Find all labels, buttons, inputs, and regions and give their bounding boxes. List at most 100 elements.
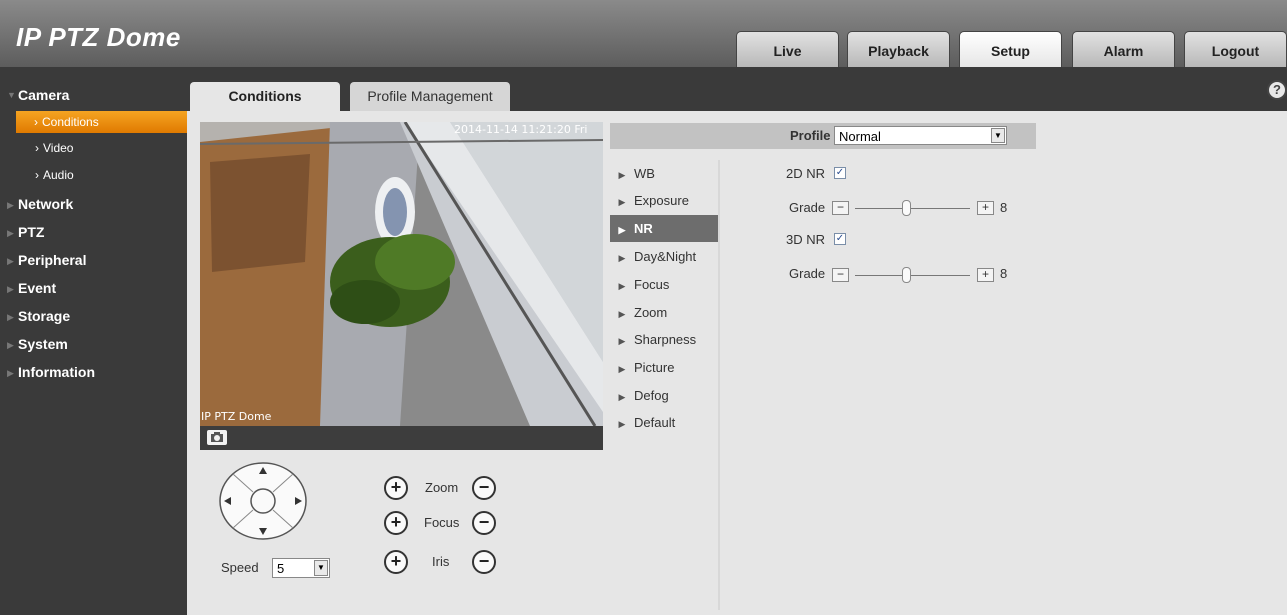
video-scene [200, 122, 603, 426]
menu-item-picture[interactable]: ▶ Picture [610, 354, 718, 381]
nr2d-label: 2D NR [786, 166, 826, 181]
video-preview: 2014-11-14 11:21:20 Fri IP PTZ Dome [200, 122, 603, 426]
grade3d-increase-button[interactable]: + [977, 268, 994, 282]
grade2d-label: Grade [789, 200, 826, 215]
menu-item-day-night[interactable]: ▶ Day&Night [610, 243, 718, 270]
menu-item-label: NR [634, 221, 653, 236]
caret-right-icon: ▶ [618, 419, 626, 429]
video-toolbar [200, 426, 603, 450]
menu-item-default[interactable]: ▶ Default [610, 409, 718, 436]
menu-item-label: Exposure [634, 193, 689, 208]
chevron-right-icon: › [35, 141, 39, 155]
menu-item-label: Zoom [634, 305, 668, 320]
menu-item-label: Default [634, 415, 676, 430]
grade2d-value: 8 [1000, 200, 1008, 215]
caret-right-icon: ▶ [618, 170, 626, 180]
sidebar-item-ptz[interactable]: PTZ [18, 224, 44, 240]
ptz-direction-pad[interactable] [218, 461, 308, 541]
nr2d-checkbox[interactable]: ✓ [834, 167, 846, 179]
grade2d-decrease-button[interactable]: − [832, 201, 849, 215]
tab-profile-management[interactable]: Profile Management [350, 82, 510, 111]
grade2d-increase-button[interactable]: + [977, 201, 994, 215]
nav-tab-live[interactable]: Live [736, 31, 839, 67]
chevron-down-icon: ▼ [314, 560, 328, 576]
sidebar-item-storage[interactable]: Storage [18, 308, 70, 324]
zoom-in-button[interactable]: + [384, 476, 408, 500]
chevron-right-icon: › [35, 168, 39, 182]
caret-right-icon: ▶ [618, 364, 626, 374]
menu-item-label: WB [634, 166, 655, 181]
chevron-down-icon: ▼ [991, 128, 1005, 143]
nav-tab-alarm[interactable]: Alarm [1072, 31, 1175, 67]
video-timestamp: 2014-11-14 11:21:20 Fri [454, 123, 588, 136]
expanded-triangle-icon: ▼ [7, 90, 16, 100]
top-bar: IP PTZ Dome Live Playback Setup Alarm Lo… [0, 0, 1287, 67]
grade3d-value: 8 [1000, 266, 1008, 281]
menu-divider [718, 160, 720, 610]
nav-tab-playback[interactable]: Playback [847, 31, 950, 67]
nr3d-checkbox[interactable]: ✓ [834, 233, 846, 245]
caret-right-icon: ▶ [618, 281, 626, 291]
menu-item-label: Focus [634, 277, 670, 292]
menu-item-focus[interactable]: ▶ Focus [610, 271, 718, 298]
collapsed-triangle-icon: ▶ [7, 312, 14, 322]
sidebar-item-conditions[interactable]: › Conditions [34, 115, 99, 129]
collapsed-triangle-icon: ▶ [7, 340, 14, 350]
caret-right-icon: ▶ [618, 253, 626, 263]
iris-label: Iris [432, 554, 450, 569]
menu-item-label: Defog [634, 388, 669, 403]
app-title: IP PTZ Dome [16, 22, 181, 52]
camera-icon[interactable] [207, 430, 227, 445]
zoom-out-button[interactable]: − [472, 476, 496, 500]
sidebar-item-label: Video [43, 141, 74, 155]
sidebar-item-video[interactable]: › Video [35, 141, 73, 155]
sidebar-item-peripheral[interactable]: Peripheral [18, 252, 86, 268]
help-icon[interactable]: ? [1267, 80, 1287, 100]
tab-conditions[interactable]: Conditions [190, 82, 340, 111]
collapsed-triangle-icon: ▶ [7, 228, 14, 238]
caret-right-icon: ▶ [618, 392, 626, 402]
caret-right-icon: ▶ [618, 336, 626, 346]
caret-right-icon: ▶ [618, 225, 626, 235]
nav-tab-setup[interactable]: Setup [959, 31, 1062, 67]
grade3d-slider-track[interactable] [855, 275, 970, 276]
speed-value: 5 [277, 561, 285, 576]
profile-value: Normal [839, 129, 881, 144]
menu-item-label: Picture [634, 360, 675, 375]
collapsed-triangle-icon: ▶ [7, 284, 14, 294]
sidebar-item-information[interactable]: Information [18, 364, 95, 380]
menu-item-label: Day&Night [634, 249, 697, 264]
menu-item-zoom[interactable]: ▶ Zoom [610, 299, 718, 326]
sidebar-item-camera[interactable]: Camera [18, 87, 69, 103]
focus-near-button[interactable]: + [384, 511, 408, 535]
grade2d-slider-track[interactable] [855, 208, 970, 209]
caret-right-icon: ▶ [618, 309, 626, 319]
menu-item-sharpness[interactable]: ▶ Sharpness [610, 326, 718, 353]
sidebar-item-label: Audio [43, 168, 74, 182]
caret-right-icon: ▶ [618, 197, 626, 207]
sidebar-item-event[interactable]: Event [18, 280, 56, 296]
collapsed-triangle-icon: ▶ [7, 368, 14, 378]
menu-item-defog[interactable]: ▶ Defog [610, 382, 718, 409]
sidebar-item-label: Conditions [42, 115, 99, 129]
focus-label: Focus [424, 515, 460, 530]
grade3d-decrease-button[interactable]: − [832, 268, 849, 282]
iris-open-button[interactable]: + [384, 550, 408, 574]
collapsed-triangle-icon: ▶ [7, 256, 14, 266]
menu-item-label: Sharpness [634, 332, 697, 347]
menu-item-nr[interactable]: ▶ NR [610, 215, 718, 242]
grade3d-slider-thumb[interactable] [901, 267, 911, 283]
iris-close-button[interactable]: − [472, 550, 496, 574]
zoom-label: Zoom [425, 480, 459, 495]
speed-label: Speed [221, 560, 259, 575]
nav-tab-logout[interactable]: Logout [1184, 31, 1287, 67]
menu-item-exposure[interactable]: ▶ Exposure [610, 187, 718, 214]
focus-far-button[interactable]: − [472, 511, 496, 535]
profile-select[interactable]: Normal ▼ [834, 126, 1007, 145]
speed-select[interactable]: 5 ▼ [272, 558, 330, 578]
sidebar-item-system[interactable]: System [18, 336, 68, 352]
grade2d-slider-thumb[interactable] [901, 200, 911, 216]
menu-item-wb[interactable]: ▶ WB [610, 160, 718, 187]
sidebar-item-network[interactable]: Network [18, 196, 73, 212]
sidebar-item-audio[interactable]: › Audio [35, 168, 74, 182]
